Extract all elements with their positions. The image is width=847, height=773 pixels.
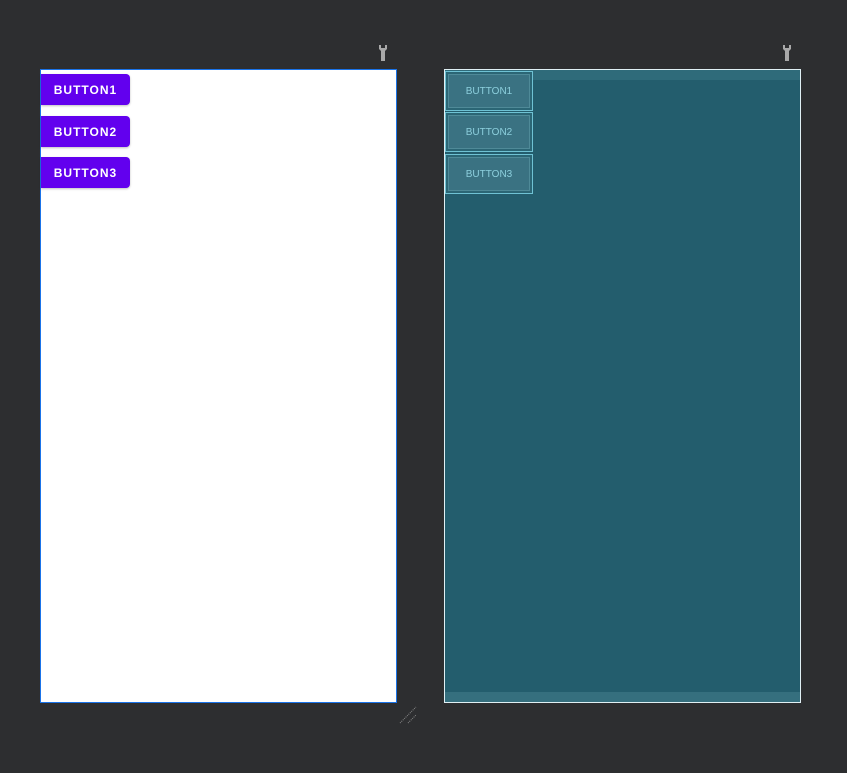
nav-bar-outline xyxy=(445,692,800,702)
design-surface[interactable]: BUTTON1 BUTTON2 BUTTON3 xyxy=(40,69,397,703)
blueprint-button3[interactable]: BUTTON3 xyxy=(445,154,533,194)
blueprint-button-label: BUTTON1 xyxy=(448,74,530,108)
wrench-icon[interactable] xyxy=(378,45,388,61)
wrench-icon[interactable] xyxy=(782,45,792,61)
resize-handle-icon[interactable] xyxy=(398,705,418,730)
button2[interactable]: BUTTON2 xyxy=(41,116,130,147)
blueprint-button1[interactable]: BUTTON1 xyxy=(445,71,533,111)
blueprint-button2[interactable]: BUTTON2 xyxy=(445,112,533,152)
blueprint-button-label: BUTTON3 xyxy=(448,157,530,191)
button1[interactable]: BUTTON1 xyxy=(41,74,130,105)
button3[interactable]: BUTTON3 xyxy=(41,157,130,188)
blueprint-button-label: BUTTON2 xyxy=(448,115,530,149)
blueprint-surface[interactable]: BUTTON1 BUTTON2 BUTTON3 xyxy=(444,69,801,703)
